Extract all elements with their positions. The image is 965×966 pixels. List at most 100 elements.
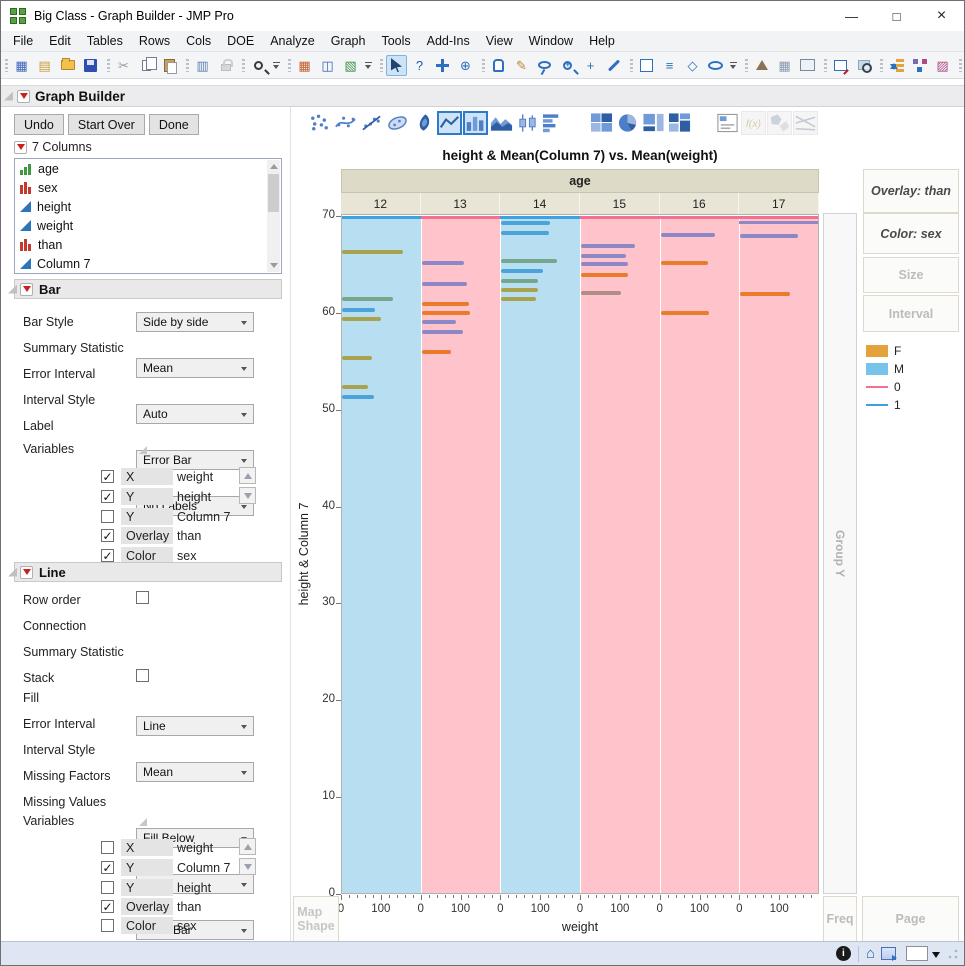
plot-area[interactable] [341, 214, 819, 894]
gallery-histogram-icon[interactable] [541, 111, 566, 135]
new-journal-icon[interactable]: ▤ [34, 55, 55, 76]
maximize-button[interactable]: □ [874, 1, 919, 31]
menu-help[interactable]: Help [581, 32, 623, 50]
gallery-ellipse-icon[interactable] [385, 111, 410, 135]
gallery-smoother-icon[interactable] [333, 111, 358, 135]
dropzone-overlay[interactable]: Overlay: than [863, 169, 959, 213]
annotate-plus-icon[interactable]: + [580, 55, 601, 76]
button-done[interactable]: Done [148, 114, 199, 135]
gallery-parallel-icon[interactable] [793, 111, 818, 135]
column-item-height[interactable]: height [15, 197, 281, 216]
menu-graph[interactable]: Graph [323, 32, 374, 50]
tabulate-icon[interactable]: ▦ [774, 55, 795, 76]
move-icon[interactable] [432, 55, 453, 76]
dropzone-group_y[interactable]: Group Y [823, 213, 857, 894]
new-data-table-icon[interactable]: ▦ [11, 55, 32, 76]
gallery-treemap-icon[interactable] [641, 111, 666, 135]
dropzone-map_shape[interactable]: Map Shape [293, 896, 339, 942]
brush-icon[interactable]: ✎ [511, 55, 532, 76]
section-red-triangle-icon[interactable] [20, 565, 33, 579]
add-graph-icon[interactable]: ▧ [340, 55, 361, 76]
save-icon[interactable] [80, 55, 101, 76]
column-item-weight[interactable]: weight [15, 216, 281, 235]
columns-red-triangle-icon[interactable] [14, 140, 27, 154]
hierarchy-icon[interactable]: ▨ [932, 55, 953, 76]
copy-icon[interactable] [136, 55, 157, 76]
variable-checkbox[interactable]: ✓ [101, 549, 114, 562]
gallery-line-of-fit-icon[interactable] [359, 111, 384, 135]
paste-icon[interactable] [159, 55, 180, 76]
annotate-overflow-icon[interactable] [728, 55, 739, 76]
gallery-line-icon[interactable] [437, 111, 462, 135]
menu-window[interactable]: Window [521, 32, 581, 50]
select-error-interval[interactable]: Auto [136, 404, 254, 424]
explore-outliers-icon[interactable] [853, 55, 874, 76]
magnifier-zoom-icon[interactable] [557, 55, 578, 76]
table-properties-icon[interactable]: ▥ [192, 55, 213, 76]
column-item-sex[interactable]: sex [15, 178, 281, 197]
menu-cols[interactable]: Cols [178, 32, 219, 50]
move-up-button[interactable] [239, 467, 256, 484]
legend-item-F[interactable]: F [866, 344, 901, 358]
section-red-triangle-icon[interactable] [20, 282, 33, 296]
oval-annotate-icon[interactable] [705, 55, 726, 76]
variable-checkbox[interactable]: ✓ [101, 470, 114, 483]
gallery-mosaic-icon[interactable] [667, 111, 692, 135]
open-icon[interactable] [57, 55, 78, 76]
select-summary-statistic[interactable]: Mean [136, 762, 254, 782]
select-bar-style[interactable]: Side by side [136, 312, 254, 332]
checkbox-row-order[interactable] [136, 591, 149, 604]
select-rows-icon[interactable] [830, 55, 851, 76]
move-up-button[interactable] [239, 838, 256, 855]
dropzone-freq[interactable]: Freq [823, 896, 857, 942]
gallery-map-shape-icon[interactable] [767, 111, 792, 135]
column-item-column-7[interactable]: Column 7 [15, 254, 281, 273]
color-rows-icon[interactable]: ▦ [294, 55, 315, 76]
polygon-annotate-icon[interactable]: ◇ [682, 55, 703, 76]
button-start-over[interactable]: Start Over [67, 114, 145, 135]
home-icon[interactable]: ⌂ [866, 946, 875, 961]
variable-checkbox[interactable]: ✓ [101, 490, 114, 503]
menu-doe[interactable]: DOE [219, 32, 262, 50]
collapse-triangle-icon[interactable] [4, 91, 13, 101]
sort-icon[interactable] [886, 55, 907, 76]
select-summary-statistic[interactable]: Mean [136, 358, 254, 378]
select-interval-style[interactable]: Error Bar [136, 450, 254, 470]
lock-icon[interactable] [215, 55, 236, 76]
gallery-points-icon[interactable] [307, 111, 332, 135]
move-down-button[interactable] [239, 487, 256, 504]
gallery-box-plot-icon[interactable] [515, 111, 540, 135]
variable-checkbox[interactable]: ✓ [101, 861, 114, 874]
grabber-hand-icon[interactable] [488, 55, 509, 76]
menu-file[interactable]: File [5, 32, 41, 50]
help-icon[interactable]: ? [409, 55, 430, 76]
select-connection[interactable]: Line [136, 716, 254, 736]
gallery-heatmap-icon[interactable] [589, 111, 614, 135]
menu-addins[interactable]: Add-Ins [419, 32, 478, 50]
columns-list-scrollbar[interactable] [267, 160, 280, 272]
move-down-button[interactable] [239, 858, 256, 875]
gallery-contour-icon[interactable] [411, 111, 436, 135]
column-item-age[interactable]: age [15, 159, 281, 178]
resize-grip[interactable] [948, 948, 958, 959]
dropzone-color[interactable]: Color: sex [863, 213, 959, 254]
gallery-caption-box-icon[interactable] [715, 111, 740, 135]
red-triangle-menu-icon[interactable] [17, 89, 30, 103]
dropdown-arrow-icon[interactable] [932, 951, 940, 962]
variable-checkbox[interactable]: ✓ [101, 900, 114, 913]
checkbox-stack[interactable] [136, 669, 149, 682]
variable-checkbox[interactable] [101, 881, 114, 894]
search-overflow-icon[interactable] [271, 55, 282, 76]
menu-rows[interactable]: Rows [131, 32, 178, 50]
pencil-icon[interactable] [603, 55, 624, 76]
search-icon[interactable] [248, 55, 269, 76]
menu-analyze[interactable]: Analyze [262, 32, 322, 50]
column-item-than[interactable]: than [15, 235, 281, 254]
menu-view[interactable]: View [478, 32, 521, 50]
journal-icon[interactable] [881, 947, 897, 961]
gallery-pie-icon[interactable] [615, 111, 640, 135]
menu-tools[interactable]: Tools [373, 32, 418, 50]
variable-checkbox[interactable] [101, 841, 114, 854]
crosshair-icon[interactable]: ⊕ [455, 55, 476, 76]
variable-checkbox[interactable]: ✓ [101, 529, 114, 542]
